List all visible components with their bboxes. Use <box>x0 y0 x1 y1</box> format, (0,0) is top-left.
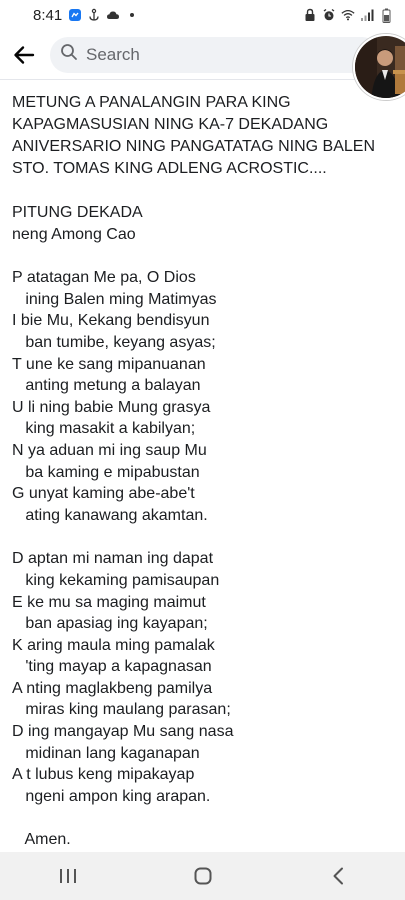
poem-line: 'ting mayap a kapagnasan <box>12 658 212 676</box>
poem-line: U li ning babie Mung grasya <box>12 398 211 416</box>
poem-line: miras king maulang parasan; <box>12 701 231 719</box>
poem-line: ating kanawang akamtan. <box>12 506 208 524</box>
poem-line: K aring maula ming pamalak <box>12 636 215 654</box>
dot-icon <box>125 8 139 22</box>
signal-icon <box>360 8 374 22</box>
wifi-icon <box>341 8 355 22</box>
alarm-icon <box>322 8 336 22</box>
recent-apps-button[interactable] <box>38 856 98 896</box>
poem-line: ngeni ampon king arapan. <box>12 787 211 805</box>
poem-line: king kekaming pamisaupan <box>12 571 220 589</box>
cloud-icon <box>106 8 120 22</box>
status-bar: 8:41 <box>0 0 405 30</box>
top-bar <box>0 30 405 100</box>
battery-icon <box>379 8 393 23</box>
anchor-icon <box>87 8 101 22</box>
back-button[interactable] <box>308 856 368 896</box>
poem-line: midinan lang kaganapan <box>12 744 200 762</box>
messenger-icon <box>68 8 82 22</box>
poem-line: ba kaming e mipabustan <box>12 463 200 481</box>
poem-closing: Amen. <box>12 831 71 849</box>
search-input[interactable] <box>86 44 286 65</box>
home-button[interactable] <box>173 856 233 896</box>
poem-author: neng Among Cao <box>12 225 136 243</box>
post-content: METUNG A PANALANGIN PARA KING KAPAGMASUS… <box>12 92 397 851</box>
android-nav-bar <box>0 852 405 900</box>
notification-icons <box>68 8 139 22</box>
poem-line: P atatagan Me pa, O Dios <box>12 269 196 287</box>
poem-line: D aptan mi naman ing dapat <box>12 550 214 568</box>
system-icons <box>303 8 393 23</box>
lock-icon <box>303 8 317 22</box>
poem-stanza-1: P atatagan Me pa, O Dios ining Balen min… <box>12 267 397 526</box>
poem-line: king masakit a kabilyan; <box>12 420 196 438</box>
search-bar[interactable] <box>50 36 380 73</box>
back-arrow-icon[interactable] <box>10 41 38 69</box>
post-title: METUNG A PANALANGIN PARA KING KAPAGMASUS… <box>12 94 376 177</box>
poem-line: D ing mangayap Mu sang nasa <box>12 723 234 741</box>
poem-line: A nting maglakbeng pamilya <box>12 679 213 697</box>
poem-line: A t lubus keng mipakayap <box>12 766 195 784</box>
poem-line: ban apasiag ing kayapan; <box>12 615 208 633</box>
poem-line: G unyat kaming abe-abe't <box>12 485 195 503</box>
poem-line: I bie Mu, Kekang bendisyun <box>12 312 210 330</box>
search-icon <box>60 43 78 66</box>
poem-title: PITUNG DEKADA <box>12 204 143 221</box>
poem-line: T une ke sang mipanuanan <box>12 355 206 373</box>
poem-line: E ke mu sa maging maimut <box>12 593 206 611</box>
profile-avatar[interactable] <box>353 34 405 100</box>
poem-line: anting metung a balayan <box>12 377 201 395</box>
poem-stanza-2: D aptan mi naman ing dapat king kekaming… <box>12 548 397 807</box>
poem-line: ining Balen ming Matimyas <box>12 290 217 308</box>
status-time: 8:41 <box>33 6 63 24</box>
poem-line: ban tumibe, keyang asyas; <box>12 333 216 351</box>
poem-line: N ya aduan mi ing saup Mu <box>12 441 207 459</box>
